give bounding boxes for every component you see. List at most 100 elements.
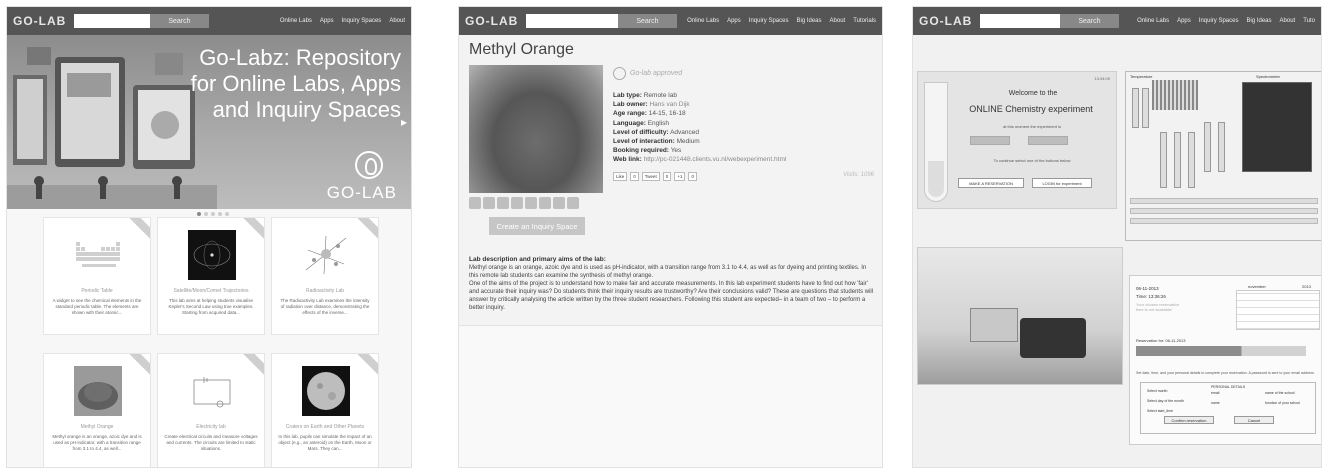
like-count: 0 xyxy=(630,172,639,181)
property-value: Yes xyxy=(670,147,682,155)
timeline-bar[interactable] xyxy=(1136,346,1306,356)
status-note: at this moment the experiment is xyxy=(1003,124,1061,129)
email-field[interactable]: email xyxy=(1211,391,1219,395)
calendar-grid[interactable] xyxy=(1236,290,1320,330)
carousel-dot[interactable] xyxy=(218,212,222,216)
lab-detail-screenshot: GO-LAB Search Online Labs Apps Inquiry S… xyxy=(458,6,883,468)
lab-card-satellite-trajectories[interactable]: Satellite/Moon/Comet Trajectories This l… xyxy=(157,217,265,335)
nav-apps[interactable]: Apps xyxy=(1177,18,1191,24)
select-start-time-field[interactable]: Select start_time xyxy=(1147,409,1173,413)
card-title: Methyl Orange xyxy=(80,424,114,430)
nav-about[interactable]: About xyxy=(830,18,846,24)
golab-approved-icon xyxy=(613,67,626,80)
carousel-next-icon[interactable]: ▸ xyxy=(401,115,407,129)
lab-setup-photo xyxy=(917,247,1123,385)
card-ribbon xyxy=(125,218,150,244)
chart-icon xyxy=(483,197,495,209)
create-inquiry-space-button[interactable]: Create an Inquiry Space xyxy=(489,217,585,235)
nav-tutorials[interactable]: Tuto xyxy=(1303,18,1315,24)
main-nav: Online Labs Apps Inquiry Spaces Big Idea… xyxy=(1137,18,1315,24)
control-row[interactable] xyxy=(1130,208,1318,214)
nav-online-labs[interactable]: Online Labs xyxy=(280,18,312,24)
confirm-reservation-button[interactable]: Confirm reservation xyxy=(1164,416,1214,424)
nav-apps[interactable]: Apps xyxy=(727,18,741,24)
carousel-dot[interactable] xyxy=(197,212,201,216)
temperature-label: Temperature xyxy=(1130,74,1153,79)
facebook-like-button[interactable]: Like xyxy=(613,172,628,181)
logo[interactable]: GO-LAB xyxy=(465,14,518,28)
search-button[interactable]: Search xyxy=(618,14,677,28)
lab-card-electricity[interactable]: Electricity lab Create electrical circui… xyxy=(157,353,265,467)
property-key: Lab owner: xyxy=(613,101,648,109)
nav-big-ideas[interactable]: Big Ideas xyxy=(1246,18,1271,24)
reservation-for-label: Reservation for: 06-11-2013 xyxy=(1136,338,1186,343)
property-key: Language: xyxy=(613,119,646,127)
owner-link[interactable]: Hans van Dijk xyxy=(649,101,689,108)
nav-about[interactable]: About xyxy=(1280,18,1296,24)
control-row[interactable] xyxy=(1130,218,1318,224)
top-nav-bar: GO-LAB Search Online Labs Apps Inquiry S… xyxy=(7,7,411,35)
search-input[interactable] xyxy=(980,14,1061,28)
search-button[interactable]: Search xyxy=(150,14,209,28)
pump-gauge xyxy=(1160,132,1167,188)
nav-inquiry-spaces[interactable]: Inquiry Spaces xyxy=(342,18,382,24)
lab-photo xyxy=(469,65,603,193)
make-reservation-button[interactable]: MAKE A RESERVATION xyxy=(958,178,1024,188)
select-month-field[interactable]: Select month xyxy=(1147,389,1167,393)
carousel-dot[interactable] xyxy=(204,212,208,216)
nav-online-labs[interactable]: Online Labs xyxy=(687,18,719,24)
reservation-time: Time: 13:36:26 xyxy=(1136,294,1166,299)
google-plus-button[interactable]: +1 xyxy=(674,172,686,181)
status-indicator xyxy=(970,136,1010,145)
card-ribbon xyxy=(239,218,264,244)
nav-tutorials[interactable]: Tutorials xyxy=(853,18,876,24)
nav-big-ideas[interactable]: Big Ideas xyxy=(796,18,821,24)
login-button[interactable]: LOGIN for experiment xyxy=(1032,178,1092,188)
calendar-month[interactable]: november xyxy=(1248,284,1266,289)
select-day-field[interactable]: Select day of the month xyxy=(1147,399,1184,403)
cancel-button[interactable]: Cancel xyxy=(1234,416,1274,424)
lab-card-craters[interactable]: Craters on Earth and Other Planets In th… xyxy=(271,353,379,467)
carousel-dots xyxy=(197,212,229,216)
card-ribbon xyxy=(125,354,150,380)
hero-logo: GO-LAB xyxy=(326,183,397,202)
repository-home-screenshot: GO-LAB Search Online Labs Apps Inquiry S… xyxy=(6,6,412,468)
tweet-count: 0 xyxy=(662,172,672,181)
approved-badge: Go-lab approved xyxy=(613,67,682,80)
reservation-fields: Select month Select day of the month Sel… xyxy=(1140,382,1316,434)
lab-card-radioactivity[interactable]: Radioactivity Lab The Radioactivity Lab … xyxy=(271,217,379,335)
card-ribbon xyxy=(239,354,264,380)
radioactivity-thumbnail xyxy=(305,235,347,275)
calendar-year[interactable]: 2013 xyxy=(1302,284,1311,289)
logo[interactable]: GO-LAB xyxy=(919,14,972,28)
lab-card-periodic-table[interactable]: Periodic Table A widget to see the chemi… xyxy=(43,217,151,335)
nav-inquiry-spaces[interactable]: Inquiry Spaces xyxy=(749,18,789,24)
logo[interactable]: GO-LAB xyxy=(13,14,66,28)
nav-inquiry-spaces[interactable]: Inquiry Spaces xyxy=(1199,18,1239,24)
name-field[interactable]: name xyxy=(1211,401,1220,405)
property-lab-owner: Lab owner: Hans van Dijk xyxy=(613,100,873,109)
nav-about[interactable]: About xyxy=(389,18,405,24)
search-input[interactable] xyxy=(526,14,619,28)
property-language: Language: English xyxy=(613,119,873,128)
nav-online-labs[interactable]: Online Labs xyxy=(1137,18,1169,24)
runner-icon xyxy=(497,197,509,209)
card-title: Radioactivity Lab xyxy=(305,288,345,294)
property-lab-type: Lab type: Remote lab xyxy=(613,91,873,100)
search-button[interactable]: Search xyxy=(1060,14,1119,28)
web-link[interactable]: http://pc-021448.clients.vu.nl/webexperi… xyxy=(644,156,787,163)
hero-banner[interactable]: Go-Labz: Repository for Online Labs, App… xyxy=(7,35,411,209)
search-input[interactable] xyxy=(74,14,151,28)
remote-lab-screenshot: GO-LAB Search Online Labs Apps Inquiry S… xyxy=(912,6,1322,468)
description-heading: Lab description and primary aims of the … xyxy=(469,256,606,263)
nav-apps[interactable]: Apps xyxy=(320,18,334,24)
subject-icons xyxy=(469,197,579,209)
school-name-field[interactable]: name of the school xyxy=(1265,391,1295,395)
carousel-dot[interactable] xyxy=(211,212,215,216)
tweet-button[interactable]: Tweet xyxy=(641,172,660,181)
approved-label: Go-lab approved xyxy=(630,70,683,77)
control-row[interactable] xyxy=(1130,198,1318,204)
lab-card-methyl-orange[interactable]: Methyl Orange Methyl orange is an orange… xyxy=(43,353,151,467)
function-field[interactable]: function of your school xyxy=(1265,401,1300,405)
carousel-dot[interactable] xyxy=(225,212,229,216)
